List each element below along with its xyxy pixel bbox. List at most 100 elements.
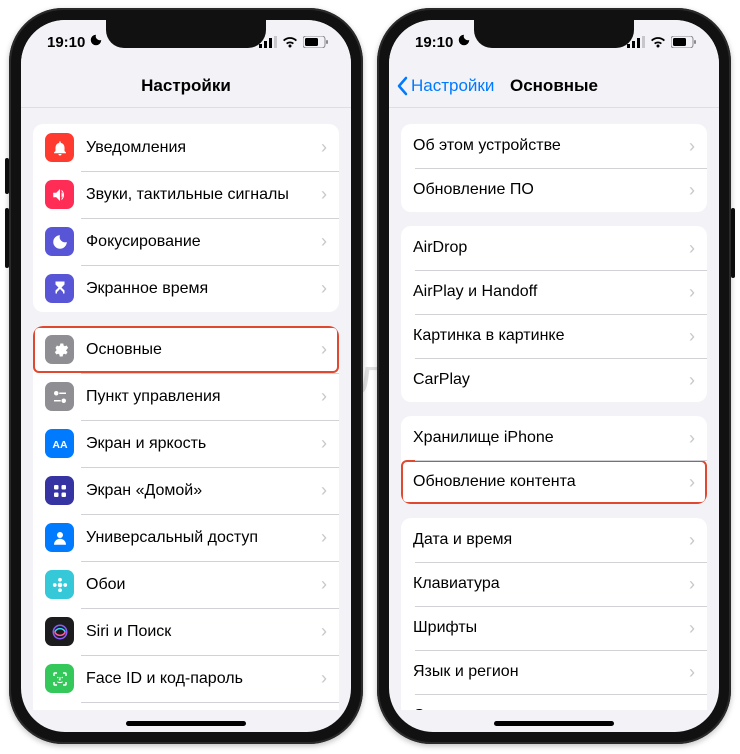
row-label: Универсальный доступ xyxy=(86,528,315,548)
phone-right: 19:10 xyxy=(377,8,731,744)
siri-icon xyxy=(45,617,74,646)
svg-text:AA: AA xyxy=(52,438,68,450)
settings-group: Уведомления › Звуки, тактильные сигналы … xyxy=(33,124,339,312)
settings-row[interactable]: Обновление контента › xyxy=(401,460,707,504)
settings-row[interactable]: Обновление ПО › xyxy=(401,168,707,212)
dnd-icon xyxy=(457,33,471,51)
person-icon xyxy=(45,523,74,552)
row-label: Пункт управления xyxy=(86,387,315,407)
speaker-icon xyxy=(45,180,74,209)
row-label: Обновление ПО xyxy=(413,180,683,200)
settings-row[interactable]: Уведомления › xyxy=(33,124,339,171)
chevron-left-icon xyxy=(397,76,409,96)
dnd-icon xyxy=(89,33,103,51)
chevron-right-icon: › xyxy=(321,480,327,501)
settings-row[interactable]: Картинка в картинке › xyxy=(401,314,707,358)
chevron-right-icon: › xyxy=(321,231,327,252)
faceid-icon xyxy=(45,664,74,693)
row-label: Фокусирование xyxy=(86,232,315,252)
settings-group: Хранилище iPhone › Обновление контента › xyxy=(401,416,707,504)
back-button[interactable]: Настройки xyxy=(397,64,494,107)
row-label: Основные xyxy=(86,340,315,360)
row-label: Словарь xyxy=(413,706,683,710)
row-label: CarPlay xyxy=(413,370,683,390)
settings-row[interactable]: Об этом устройстве › xyxy=(401,124,707,168)
row-label: Обои xyxy=(86,575,315,595)
status-time: 19:10 xyxy=(47,34,85,51)
chevron-right-icon: › xyxy=(689,428,695,449)
chevron-right-icon: › xyxy=(689,530,695,551)
notch xyxy=(106,20,266,48)
settings-row[interactable]: Экранное время › xyxy=(33,265,339,312)
row-label: Клавиатура xyxy=(413,574,683,594)
settings-row[interactable]: Пункт управления › xyxy=(33,373,339,420)
settings-row[interactable]: Фокусирование › xyxy=(33,218,339,265)
chevron-right-icon: › xyxy=(321,433,327,454)
row-label: Звуки, тактильные сигналы xyxy=(86,185,315,205)
chevron-right-icon: › xyxy=(689,574,695,595)
phone-left: 19:10 Наст xyxy=(9,8,363,744)
row-label: Siri и Поиск xyxy=(86,622,315,642)
row-label: Картинка в картинке xyxy=(413,326,683,346)
bell-icon xyxy=(45,133,74,162)
chevron-right-icon: › xyxy=(689,662,695,683)
settings-row[interactable]: Универсальный доступ › xyxy=(33,514,339,561)
settings-row[interactable]: Словарь › xyxy=(401,694,707,710)
content-area[interactable]: Об этом устройстве › Обновление ПО › Air… xyxy=(389,108,719,710)
chevron-right-icon: › xyxy=(321,137,327,158)
row-label: Экран «Домой» xyxy=(86,481,315,501)
row-label: AirPlay и Handoff xyxy=(413,282,683,302)
chevron-right-icon: › xyxy=(689,472,695,493)
chevron-right-icon: › xyxy=(321,527,327,548)
phone-pair: 19:10 Наст xyxy=(0,0,740,752)
settings-row[interactable]: Обои › xyxy=(33,561,339,608)
row-label: Уведомления xyxy=(86,138,315,158)
row-label: Хранилище iPhone xyxy=(413,428,683,448)
chevron-right-icon: › xyxy=(689,136,695,157)
flower-icon xyxy=(45,570,74,599)
settings-row[interactable]: SOS Экстренный вызов — SOS › xyxy=(33,702,339,710)
hourglass-icon xyxy=(45,274,74,303)
settings-group: Об этом устройстве › Обновление ПО › xyxy=(401,124,707,212)
wifi-icon xyxy=(650,36,666,48)
settings-row[interactable]: Siri и Поиск › xyxy=(33,608,339,655)
settings-row[interactable]: Звуки, тактильные сигналы › xyxy=(33,171,339,218)
chevron-right-icon: › xyxy=(321,668,327,689)
chevron-right-icon: › xyxy=(321,574,327,595)
row-label: Экранное время xyxy=(86,279,315,299)
settings-row[interactable]: Язык и регион › xyxy=(401,650,707,694)
row-label: Язык и регион xyxy=(413,662,683,682)
row-label: Об этом устройстве xyxy=(413,136,683,156)
settings-row[interactable]: Дата и время › xyxy=(401,518,707,562)
aa-icon: AA xyxy=(45,429,74,458)
status-time: 19:10 xyxy=(415,34,453,51)
chevron-right-icon: › xyxy=(321,621,327,642)
settings-row[interactable]: Хранилище iPhone › xyxy=(401,416,707,460)
battery-icon xyxy=(671,36,697,48)
settings-row[interactable]: AirDrop › xyxy=(401,226,707,270)
settings-row[interactable]: AA Экран и яркость › xyxy=(33,420,339,467)
notch xyxy=(474,20,634,48)
settings-row[interactable]: Основные › xyxy=(33,326,339,373)
row-label: Face ID и код-пароль xyxy=(86,669,315,689)
chevron-right-icon: › xyxy=(321,278,327,299)
settings-row[interactable]: CarPlay › xyxy=(401,358,707,402)
home-indicator[interactable] xyxy=(126,721,246,726)
grid-icon xyxy=(45,476,74,505)
gear-icon xyxy=(45,335,74,364)
settings-row[interactable]: Клавиатура › xyxy=(401,562,707,606)
switches-icon xyxy=(45,382,74,411)
settings-row[interactable]: Face ID и код-пароль › xyxy=(33,655,339,702)
screen: 19:10 Наст xyxy=(21,20,351,732)
content-area[interactable]: Уведомления › Звуки, тактильные сигналы … xyxy=(21,108,351,710)
settings-row[interactable]: Шрифты › xyxy=(401,606,707,650)
chevron-right-icon: › xyxy=(689,706,695,711)
settings-group: Дата и время › Клавиатура › Шрифты › Язы… xyxy=(401,518,707,710)
moon-icon xyxy=(45,227,74,256)
home-indicator[interactable] xyxy=(494,721,614,726)
settings-group: AirDrop › AirPlay и Handoff › Картинка в… xyxy=(401,226,707,402)
settings-row[interactable]: Экран «Домой» › xyxy=(33,467,339,514)
chevron-right-icon: › xyxy=(689,326,695,347)
settings-row[interactable]: AirPlay и Handoff › xyxy=(401,270,707,314)
chevron-right-icon: › xyxy=(689,180,695,201)
